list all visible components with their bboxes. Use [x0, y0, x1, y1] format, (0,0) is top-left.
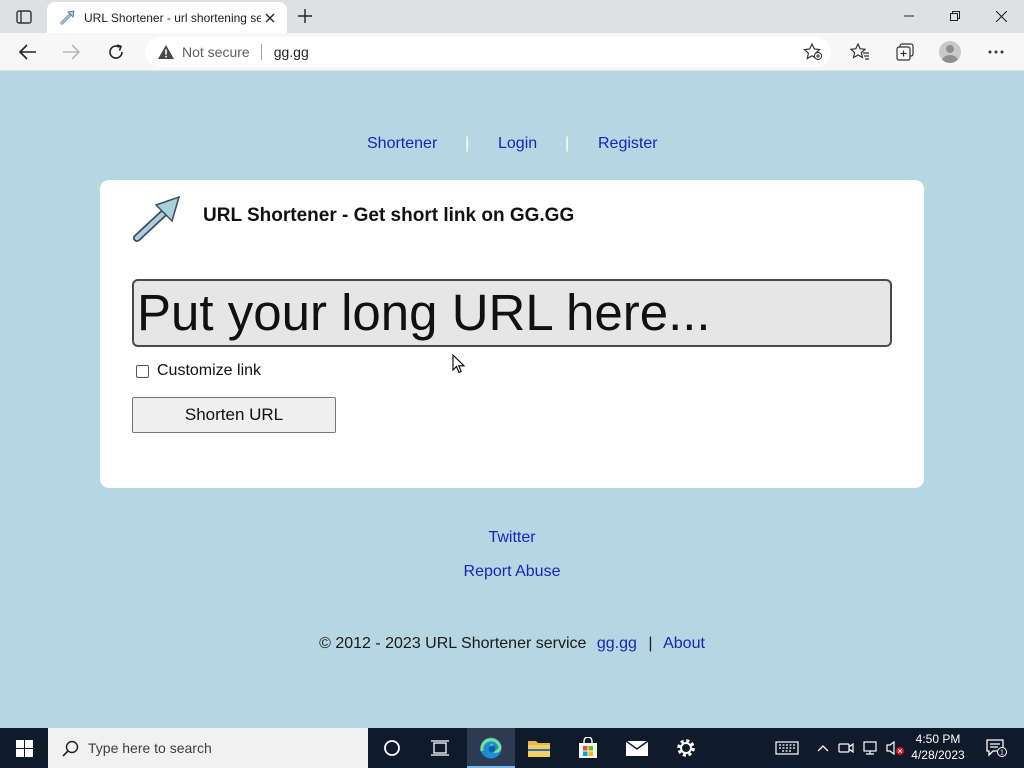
nav-link-shortener[interactable]: Shortener: [367, 135, 437, 153]
edge-taskbar-button[interactable]: [467, 728, 515, 768]
clock-time: 4:50 PM: [915, 732, 961, 746]
taskbar-search-box[interactable]: Type here to search: [48, 728, 368, 768]
add-favorite-star-icon: [803, 43, 823, 61]
back-arrow-icon: [19, 44, 36, 60]
address-url[interactable]: gg.gg: [274, 44, 309, 60]
close-window-button[interactable]: [978, 0, 1024, 32]
cortana-circle-icon: [384, 740, 400, 756]
collections-button[interactable]: [890, 37, 920, 67]
keyboard-icon: [775, 741, 799, 755]
shortener-card: URL Shortener - Get short link on GG.GG …: [100, 180, 924, 488]
settings-more-button[interactable]: [981, 37, 1011, 67]
address-separator: [260, 44, 262, 60]
plus-icon: [298, 9, 312, 23]
search-icon: [62, 740, 79, 757]
shorten-url-button[interactable]: Shorten URL: [132, 397, 336, 433]
copyright-line: © 2012 - 2023 URL Shortener service gg.g…: [0, 635, 1024, 653]
meet-camera-icon: [838, 742, 854, 754]
refresh-button[interactable]: [101, 37, 131, 67]
tab-actions-icon: [16, 10, 32, 24]
copyright-text: © 2012 - 2023 URL Shortener service: [319, 635, 587, 652]
minimize-icon: [904, 15, 914, 17]
store-button[interactable]: [564, 728, 612, 768]
top-navigation: Shortener | Login | Register: [0, 134, 1024, 156]
refresh-icon: [109, 44, 123, 59]
nav-separator: |: [565, 135, 570, 152]
settings-button[interactable]: [662, 728, 710, 768]
site-logo-arrow-icon: [133, 195, 181, 242]
about-link[interactable]: About: [663, 635, 705, 652]
address-bar[interactable]: Not secure gg.gg: [145, 37, 831, 67]
edge-browser-icon: [480, 737, 502, 759]
nav-separator: |: [465, 135, 470, 152]
cortana-button[interactable]: [368, 728, 416, 768]
minimize-button[interactable]: [886, 0, 932, 32]
taskbar-clock[interactable]: 4:50 PM 4/28/2023: [905, 731, 971, 763]
warning-icon: [157, 44, 175, 60]
browser-tab[interactable]: URL Shortener - url shortening service: [47, 2, 287, 33]
mail-button[interactable]: [613, 728, 661, 768]
file-explorer-button[interactable]: [515, 728, 563, 768]
profile-avatar-icon: [939, 41, 961, 63]
site-favicon-icon: [59, 10, 75, 26]
chevron-up-icon: [817, 745, 829, 752]
back-button[interactable]: [13, 37, 43, 67]
footer-separator: |: [648, 635, 653, 652]
new-tab-button[interactable]: [293, 5, 317, 27]
restore-icon: [950, 11, 960, 21]
report-abuse-link[interactable]: Report Abuse: [464, 563, 561, 580]
folder-icon: [528, 741, 550, 757]
start-button[interactable]: [0, 728, 48, 768]
tab-actions-button[interactable]: [12, 7, 36, 27]
volume-button[interactable]: [884, 728, 906, 768]
clock-date: 4/28/2023: [911, 748, 965, 762]
notification-count: 1: [1000, 750, 1004, 757]
browser-toolbar: Not secure gg.gg: [0, 33, 1024, 71]
windows-logo-icon: [15, 739, 33, 757]
tab-title: URL Shortener - url shortening service: [84, 10, 261, 25]
restore-button[interactable]: [932, 0, 978, 32]
customize-link-label[interactable]: Customize link: [157, 362, 261, 380]
footer-report: Report Abuse: [0, 563, 1024, 581]
network-button[interactable]: [860, 728, 882, 768]
twitter-link[interactable]: Twitter: [488, 529, 535, 546]
keyboard-tray-button[interactable]: [772, 728, 802, 768]
task-view-icon: [431, 740, 449, 756]
security-status[interactable]: Not secure: [182, 44, 250, 60]
mail-envelope-icon: [625, 740, 649, 756]
show-hidden-icons-button[interactable]: [812, 728, 834, 768]
nav-link-login[interactable]: Login: [498, 135, 537, 153]
site-home-link[interactable]: gg.gg: [597, 635, 637, 652]
forward-arrow-icon: [63, 44, 80, 60]
footer-twitter: Twitter: [0, 529, 1024, 547]
close-icon: [995, 10, 1007, 22]
mouse-cursor-icon: [452, 354, 466, 374]
tab-close-icon[interactable]: [261, 9, 279, 27]
volume-muted-icon: [886, 740, 904, 756]
store-bag-icon: [579, 737, 597, 758]
task-view-button[interactable]: [416, 728, 464, 768]
add-favorite-button[interactable]: [801, 41, 825, 63]
notifications-button[interactable]: 1: [976, 728, 1016, 768]
search-placeholder: Type here to search: [88, 740, 212, 756]
windows-taskbar: Type here to search 4:50 PM 4/28/2023 1: [0, 728, 1024, 768]
long-url-input[interactable]: [132, 279, 892, 347]
gear-icon: [677, 739, 695, 757]
favorites-icon: [850, 43, 869, 60]
more-dots-icon: [988, 50, 1004, 54]
notification-speech-icon: 1: [986, 739, 1007, 757]
customize-link-option[interactable]: Customize link: [136, 362, 261, 380]
collections-icon: [896, 43, 914, 61]
network-icon: [863, 741, 877, 755]
nav-link-register[interactable]: Register: [598, 135, 658, 153]
customize-link-checkbox[interactable]: [136, 364, 149, 378]
card-title: URL Shortener - Get short link on GG.GG: [203, 205, 575, 226]
meet-now-button[interactable]: [836, 728, 856, 768]
profile-button[interactable]: [935, 37, 965, 67]
favorites-button[interactable]: [845, 37, 875, 67]
browser-titlebar: URL Shortener - url shortening service: [0, 0, 1024, 33]
forward-button[interactable]: [56, 37, 86, 67]
